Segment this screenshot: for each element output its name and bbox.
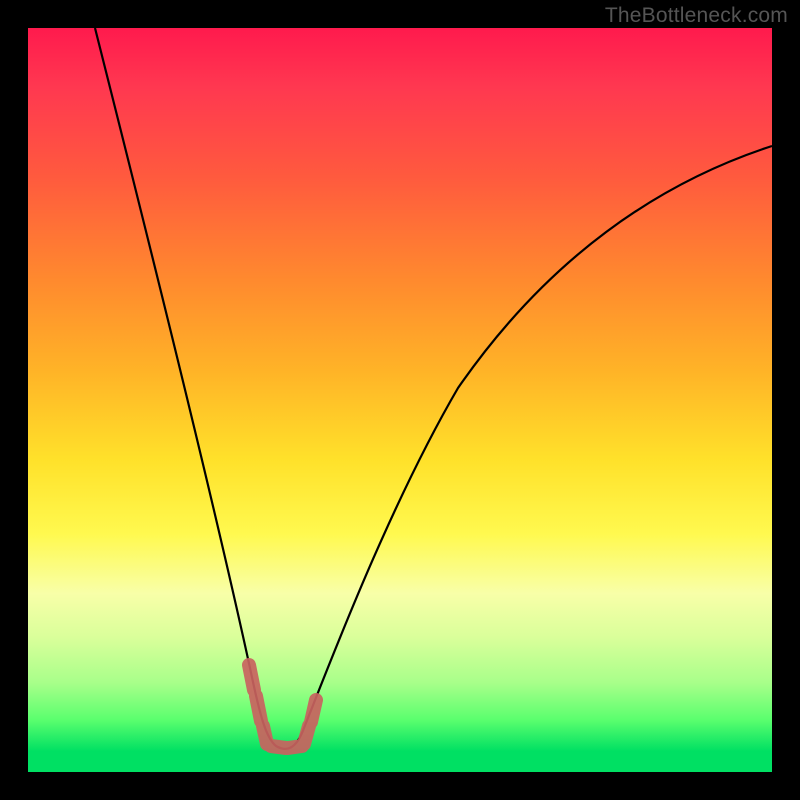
curve-svg [28,28,772,772]
valley-markers [249,665,316,748]
watermark-text: TheBottleneck.com [605,4,788,28]
plot-area [28,28,772,772]
bottleneck-curve [95,28,772,749]
chart-frame: TheBottleneck.com [0,0,800,800]
